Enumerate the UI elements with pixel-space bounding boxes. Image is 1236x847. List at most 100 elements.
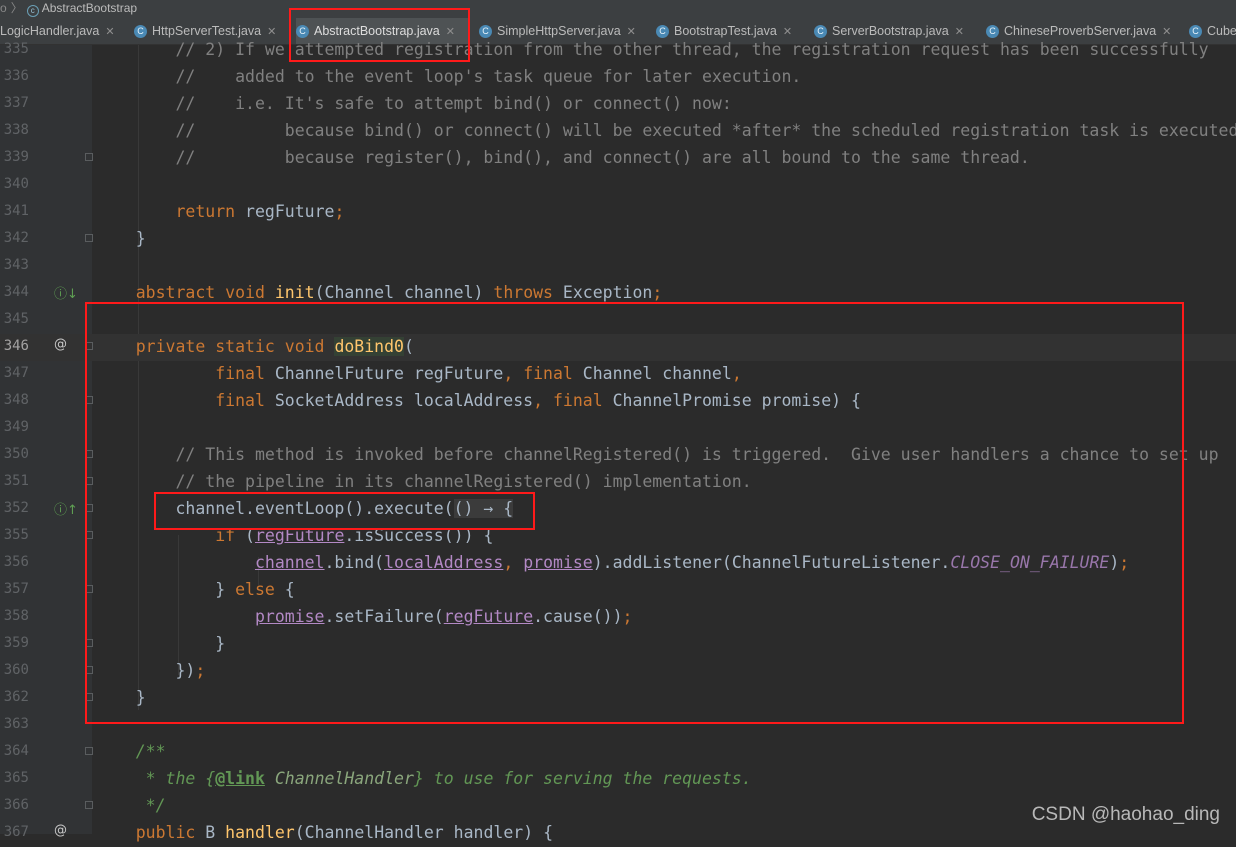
implemented-down-icon[interactable]: ⓘ↓ [54, 283, 78, 302]
fold-marker-icon[interactable] [85, 396, 93, 404]
code-line[interactable]: 363 [0, 712, 1236, 739]
class-icon: C [814, 24, 827, 38]
line-number: 350 [3, 446, 29, 462]
line-number: 339 [3, 149, 29, 165]
fold-marker-icon[interactable] [85, 585, 93, 593]
code-line[interactable]: 360 }); [0, 658, 1236, 685]
class-icon: C [656, 24, 669, 38]
code-text[interactable]: // because register(), bind(), and conne… [96, 148, 1029, 168]
close-icon[interactable]: ✕ [267, 25, 276, 38]
line-number: 338 [3, 122, 29, 138]
line-number: 355 [3, 527, 29, 543]
line-number: 336 [3, 68, 29, 84]
fold-marker-icon[interactable] [85, 801, 93, 809]
code-text[interactable]: channel.bind(localAddress, promise).addL… [96, 553, 1129, 573]
code-line[interactable]: 347 final ChannelFuture regFuture, final… [0, 361, 1236, 388]
code-line[interactable]: 362 } [0, 685, 1236, 712]
fold-marker-icon[interactable] [85, 531, 93, 539]
code-line[interactable]: 352 ⓘ↑ channel.eventLoop().execute(() → { [0, 496, 1236, 523]
code-text[interactable]: // added to the event loop's task queue … [96, 67, 801, 87]
annotation-icon[interactable]: @ [54, 337, 67, 352]
code-text[interactable]: return regFuture; [96, 202, 344, 222]
code-line[interactable]: 335 // 2) If we attempted registration f… [0, 37, 1236, 64]
code-line[interactable]: 350 // This method is invoked before cha… [0, 442, 1236, 469]
fold-marker-icon[interactable] [85, 639, 93, 647]
code-line[interactable]: 345 [0, 307, 1236, 334]
code-text[interactable]: private static void doBind0( [96, 337, 414, 357]
code-text[interactable]: * the {@link ChannelHandler} to use for … [96, 769, 752, 789]
code-text[interactable]: final SocketAddress localAddress, final … [96, 391, 861, 411]
fold-marker-icon[interactable] [85, 234, 93, 242]
code-line[interactable]: 343 [0, 253, 1236, 280]
close-icon[interactable]: ✕ [955, 25, 964, 38]
code-line[interactable]: 339 // because register(), bind(), and c… [0, 145, 1236, 172]
code-line[interactable]: 357 } else { [0, 577, 1236, 604]
breadcrumb-prefix[interactable]: o [0, 1, 11, 15]
code-line[interactable]: 351 // the pipeline in its channelRegist… [0, 469, 1236, 496]
code-text[interactable]: // the pipeline in its channelRegistered… [96, 472, 751, 492]
breadcrumb-file[interactable]: AbstractBootstrap [42, 1, 137, 15]
close-icon[interactable]: ✕ [627, 25, 636, 38]
class-icon: C [479, 24, 492, 38]
code-text[interactable]: promise.setFailure(regFuture.cause()); [96, 607, 633, 627]
code-editor[interactable]: 335 // 2) If we attempted registration f… [0, 40, 1236, 842]
code-text[interactable]: if (regFuture.isSuccess()) { [96, 526, 493, 546]
implements-up-icon[interactable]: ⓘ↑ [54, 499, 78, 518]
code-line[interactable]: 364 /** [0, 739, 1236, 766]
code-line[interactable]: 365 * the {@link ChannelHandler} to use … [0, 766, 1236, 793]
code-line[interactable]: 359 } [0, 631, 1236, 658]
code-text[interactable]: abstract void init(Channel channel) thro… [96, 283, 663, 303]
close-icon[interactable]: ✕ [446, 25, 455, 38]
fold-marker-icon[interactable] [85, 504, 93, 512]
close-icon[interactable]: ✕ [783, 25, 792, 38]
code-line[interactable]: 346 @ private static void doBind0( [0, 334, 1236, 361]
line-number: 352 [3, 500, 29, 516]
fold-marker-icon[interactable] [85, 153, 93, 161]
code-line[interactable]: 340 [0, 172, 1236, 199]
fold-marker-icon[interactable] [85, 666, 93, 674]
code-line[interactable]: 349 [0, 415, 1236, 442]
annotation-icon[interactable]: @ [54, 823, 67, 838]
code-line[interactable]: 356 channel.bind(localAddress, promise).… [0, 550, 1236, 577]
code-text[interactable]: public B handler(ChannelHandler handler)… [96, 823, 553, 843]
line-number: 358 [3, 608, 29, 624]
fold-marker-icon[interactable] [85, 693, 93, 701]
line-number: 335 [3, 41, 29, 57]
code-line[interactable]: 355 if (regFuture.isSuccess()) { [0, 523, 1236, 550]
code-text[interactable]: final ChannelFuture regFuture, final Cha… [96, 364, 742, 384]
fold-marker-icon[interactable] [85, 477, 93, 485]
close-icon[interactable]: ✕ [1162, 25, 1171, 38]
code-line[interactable]: 358 promise.setFailure(regFuture.cause()… [0, 604, 1236, 631]
code-text[interactable]: } else { [96, 580, 295, 600]
code-text[interactable]: // i.e. It's safe to attempt bind() or c… [96, 94, 731, 114]
code-line[interactable]: 336 // added to the event loop's task qu… [0, 64, 1236, 91]
code-text[interactable]: } [96, 634, 225, 654]
code-text[interactable]: }); [96, 661, 205, 681]
line-number: 349 [3, 419, 29, 435]
code-text[interactable]: // 2) If we attempted registration from … [96, 40, 1208, 60]
code-area[interactable]: 335 // 2) If we attempted registration f… [0, 40, 1236, 842]
code-line[interactable]: 344 ⓘ↓ abstract void init(Channel channel… [0, 280, 1236, 307]
code-text[interactable]: // This method is invoked before channel… [96, 445, 1218, 465]
fold-marker-icon[interactable] [85, 450, 93, 458]
tab-label: LogicHandler.java [0, 24, 100, 38]
code-text[interactable]: } [96, 229, 146, 249]
code-line[interactable]: 337 // i.e. It's safe to attempt bind() … [0, 91, 1236, 118]
code-text[interactable]: } [96, 688, 146, 708]
line-number: 351 [3, 473, 29, 489]
line-number: 343 [3, 257, 29, 273]
line-number: 345 [3, 311, 29, 327]
fold-marker-icon[interactable] [85, 747, 93, 755]
class-icon: C [986, 24, 999, 38]
code-line[interactable]: 342 } [0, 226, 1236, 253]
close-icon[interactable]: ✕ [105, 25, 114, 38]
code-line[interactable]: 338 // because bind() or connect() will … [0, 118, 1236, 145]
code-line[interactable]: 348 final SocketAddress localAddress, fi… [0, 388, 1236, 415]
code-text[interactable]: channel.eventLoop().execute(() → { [96, 499, 514, 519]
code-text[interactable]: */ [96, 796, 166, 816]
code-text[interactable]: // because bind() or connect() will be e… [96, 121, 1236, 141]
code-text[interactable]: /** [96, 742, 166, 762]
tab-label: BootstrapTest.java [674, 24, 777, 38]
code-line[interactable]: 341 return regFuture; [0, 199, 1236, 226]
fold-marker-icon[interactable] [85, 342, 93, 350]
